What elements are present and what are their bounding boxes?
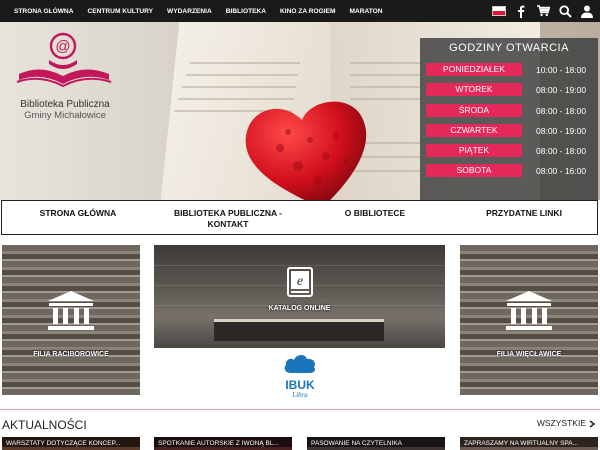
branch-tile-raciborowice[interactable]: FILIA RACIBOROWICE — [2, 245, 140, 395]
library-building-icon — [48, 291, 94, 330]
hours-time: 08:00 - 18:00 — [536, 145, 587, 156]
svg-text:e: e — [297, 274, 303, 289]
hours-row: CZWARTEK 08:00 - 19:00 — [426, 124, 594, 137]
top-icons — [492, 0, 594, 22]
catalog-label: KATALOG ONLINE — [268, 305, 331, 312]
logo-icon: @ — [16, 32, 112, 88]
mainnav-item-about[interactable]: O BIBLIOTECE — [332, 208, 418, 219]
news-card[interactable]: WARSZTATY DOTYCZĄCE KONCEP... — [2, 437, 140, 450]
news-section-title: AKTUALNOŚCI — [2, 418, 87, 432]
hero-banner: @ Biblioteka Publiczna Gminy Michałowice… — [0, 22, 600, 200]
hours-time: 08:00 - 18:00 — [536, 105, 587, 116]
mainnav-item-useful-links[interactable]: PRZYDATNE LINKI — [472, 208, 576, 219]
topnav-item-library[interactable]: BIBLIOTEKA — [226, 8, 266, 15]
hours-day: WTOREK — [426, 83, 522, 96]
hours-day: ŚRODA — [426, 104, 522, 117]
topnav-item-cinema[interactable]: KINO ZA ROGIEM — [280, 8, 335, 15]
topnav-item-home[interactable]: STRONA GŁÓWNA — [14, 8, 73, 15]
hours-day: SOBOTA — [426, 164, 522, 177]
facebook-icon[interactable] — [514, 4, 528, 18]
hours-time: 10:00 - 18:00 — [536, 64, 587, 75]
hours-row: PIĄTEK 08:00 - 18:00 — [426, 144, 594, 157]
svg-text:@: @ — [55, 38, 70, 55]
user-icon[interactable] — [580, 4, 594, 18]
hours-time: 08:00 - 19:00 — [536, 84, 587, 95]
top-nav: STRONA GŁÓWNA CENTRUM KULTURY WYDARZENIA… — [14, 0, 397, 22]
topnav-item-events[interactable]: WYDARZENIA — [167, 8, 212, 15]
branch-tile-wieclawice[interactable]: FILIA WIĘCŁAWICE — [460, 245, 598, 395]
logo-title: Biblioteka Publiczna — [20, 99, 110, 110]
book-shape — [214, 319, 384, 341]
library-logo[interactable]: @ Biblioteka Publiczna Gminy Michałowice — [10, 30, 120, 121]
hours-time: 08:00 - 16:00 — [536, 165, 587, 176]
hours-row: PONIEDZIAŁEK 10:00 - 18:00 — [426, 63, 594, 76]
ibuk-subtitle: Libra — [292, 391, 308, 399]
news-card[interactable]: SPOTKANIE AUTORSKIE Z IWONĄ BL... — [154, 437, 292, 450]
news-card[interactable]: ZAPRASZAMY NA WIRTUALNY SPA... — [460, 437, 598, 450]
ibuk-libra-link[interactable]: IBUK Libra — [278, 352, 322, 400]
hours-day: PONIEDZIAŁEK — [426, 63, 522, 76]
branch-label: FILIA RACIBOROWICE — [33, 351, 109, 358]
library-building-icon — [506, 291, 552, 330]
cart-icon[interactable] — [536, 4, 550, 18]
opening-hours-title: GODZINY OTWARCIA — [449, 42, 569, 54]
polish-flag-icon[interactable] — [492, 6, 506, 16]
news-divider — [0, 409, 600, 410]
news-all-link[interactable]: WSZYSTKIE — [537, 418, 586, 428]
hours-row: WTOREK 08:00 - 19:00 — [426, 83, 594, 96]
cloud-icon — [284, 354, 316, 373]
hours-day: CZWARTEK — [426, 124, 522, 137]
ebook-icon: e — [287, 267, 313, 297]
main-nav: STRONA GŁÓWNA BIBLIOTEKA PUBLICZNA - KON… — [1, 200, 598, 235]
heart-decoration — [245, 101, 367, 200]
top-bar: STRONA GŁÓWNA CENTRUM KULTURY WYDARZENIA… — [0, 0, 600, 22]
branch-label: FILIA WIĘCŁAWICE — [496, 351, 562, 358]
topnav-item-culture-center[interactable]: CENTRUM KULTURY — [87, 8, 153, 15]
topnav-item-marathon[interactable]: MARATON — [349, 8, 382, 15]
catalog-online-tile[interactable]: e KATALOG ONLINE — [154, 245, 445, 348]
hours-time: 08:00 - 19:00 — [536, 125, 587, 136]
hours-day: PIĄTEK — [426, 144, 522, 157]
search-icon[interactable] — [558, 4, 572, 18]
news-card-title: PASOWANIE NA CZYTELNIKA — [307, 437, 445, 447]
mainnav-item-library-contact[interactable]: BIBLIOTEKA PUBLICZNA - KONTAKT — [168, 208, 288, 230]
news-card-title: WARSZTATY DOTYCZĄCE KONCEP... — [2, 437, 140, 447]
logo-subtitle: Gminy Michałowice — [24, 110, 106, 121]
hours-row: SOBOTA 08:00 - 16:00 — [426, 164, 594, 177]
opening-hours-panel: GODZINY OTWARCIA PONIEDZIAŁEK 10:00 - 18… — [420, 38, 598, 200]
ibuk-name: IBUK — [285, 378, 315, 392]
news-card[interactable]: PASOWANIE NA CZYTELNIKA — [307, 437, 445, 450]
news-card-title: ZAPRASZAMY NA WIRTUALNY SPA... — [460, 437, 598, 447]
news-card-title: SPOTKANIE AUTORSKIE Z IWONĄ BL... — [154, 437, 292, 447]
mainnav-item-home[interactable]: STRONA GŁÓWNA — [32, 208, 124, 219]
chevron-right-icon[interactable] — [588, 420, 596, 428]
hours-row: ŚRODA 08:00 - 18:00 — [426, 104, 594, 117]
